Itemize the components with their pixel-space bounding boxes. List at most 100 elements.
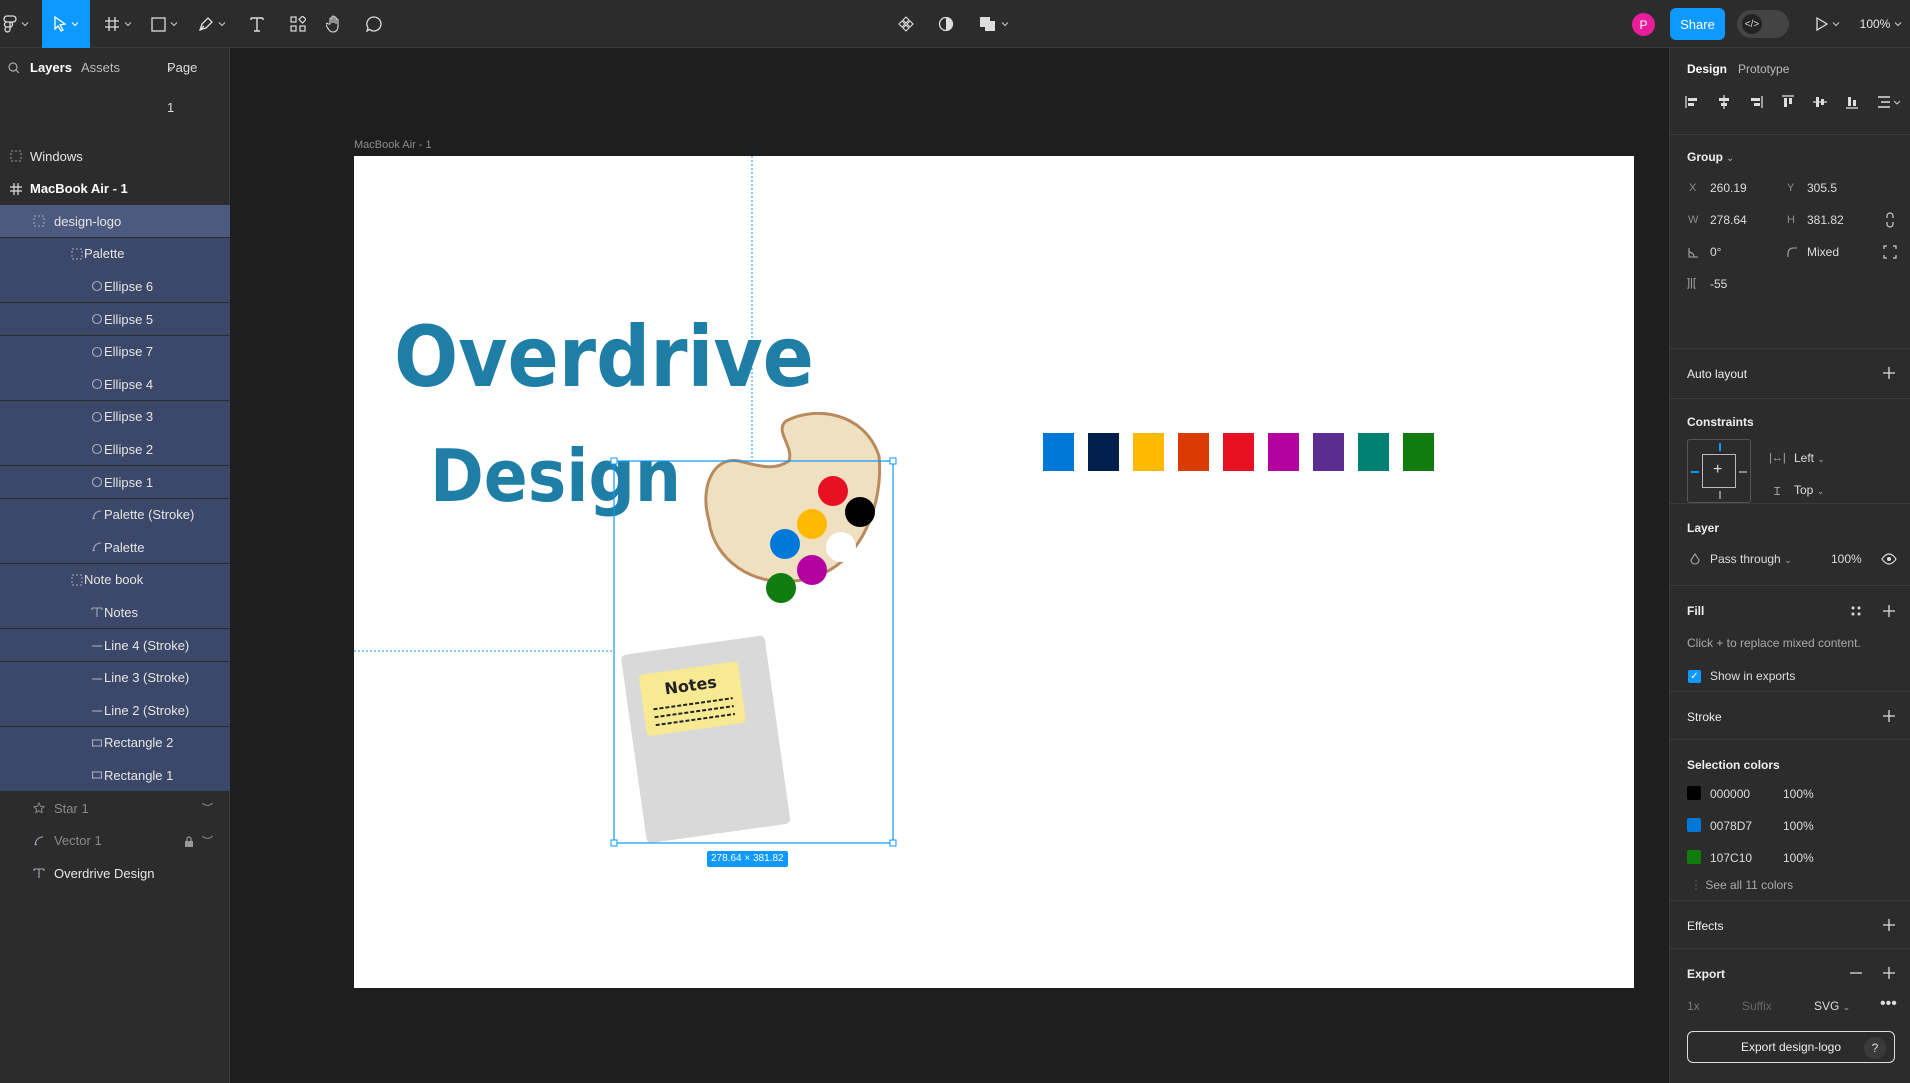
layer-row[interactable]: Ellipse 2 xyxy=(0,433,230,466)
align-left-icon[interactable] xyxy=(1684,94,1700,110)
more-options-icon[interactable]: ••• xyxy=(1880,995,1897,1013)
color-swatch[interactable] xyxy=(1687,818,1701,832)
align-top-icon[interactable] xyxy=(1780,94,1796,110)
layer-row[interactable]: Line 2 (Stroke) xyxy=(0,694,230,727)
y-field[interactable]: 305.5 xyxy=(1807,181,1837,195)
export-scale-field[interactable]: 1x xyxy=(1687,999,1700,1013)
layer-row[interactable]: Windows xyxy=(0,140,230,172)
color-swatch[interactable] xyxy=(1687,850,1701,864)
pen-tool-button[interactable] xyxy=(194,0,230,48)
color-opacity[interactable]: 100% xyxy=(1783,819,1814,833)
text-tool-button[interactable] xyxy=(243,0,271,48)
spacing-field[interactable]: -55 xyxy=(1710,277,1727,291)
see-all-colors-link[interactable]: ⋮ See all 11 colors xyxy=(1690,878,1793,892)
tab-assets[interactable]: Assets xyxy=(81,48,120,88)
radius-field[interactable]: Mixed xyxy=(1807,245,1839,259)
export-format-dropdown[interactable]: SVG ⌄ xyxy=(1814,999,1850,1013)
align-bottom-icon[interactable] xyxy=(1844,94,1860,110)
add-fill-icon[interactable] xyxy=(1882,604,1896,618)
add-auto-layout-icon[interactable] xyxy=(1882,366,1896,380)
rotation-field[interactable]: 0° xyxy=(1710,245,1721,259)
canvas[interactable]: MacBook Air - 1 Overdrive Design Notes 2… xyxy=(231,49,1669,1083)
tab-layers[interactable]: Layers xyxy=(30,48,72,88)
constraint-left-bar[interactable] xyxy=(1691,471,1699,473)
group-title[interactable]: Group ⌄ xyxy=(1687,150,1734,164)
add-stroke-icon[interactable] xyxy=(1882,709,1896,723)
tab-prototype[interactable]: Prototype xyxy=(1738,62,1789,76)
constraint-top-bar[interactable] xyxy=(1719,443,1721,451)
shape-tool-button[interactable] xyxy=(146,0,182,48)
x-field[interactable]: 260.19 xyxy=(1710,181,1747,195)
comment-tool-button[interactable] xyxy=(360,0,388,48)
resources-button[interactable] xyxy=(284,0,312,48)
layer-row[interactable]: Notes xyxy=(0,596,230,629)
layer-row[interactable]: Vector 1 ︶ xyxy=(0,825,230,857)
blend-mode-dropdown[interactable]: Pass through ⌄ xyxy=(1710,552,1792,566)
eye-closed-icon[interactable]: ︶ xyxy=(202,800,213,816)
layer-row[interactable]: Ellipse 6 xyxy=(0,270,230,303)
layer-row[interactable]: Ellipse 4 xyxy=(0,368,230,401)
constraints-widget[interactable]: + xyxy=(1687,439,1751,503)
color-swatch[interactable] xyxy=(1687,786,1701,800)
boolean-ops-button[interactable] xyxy=(974,0,1014,48)
lock-icon[interactable] xyxy=(184,835,194,850)
layer-row[interactable]: Palette xyxy=(0,531,230,564)
layer-row[interactable]: Note book xyxy=(0,563,230,596)
layer-row[interactable]: MacBook Air - 1 xyxy=(0,173,230,205)
eye-icon[interactable] xyxy=(1881,553,1897,565)
align-center-v-icon[interactable] xyxy=(1812,94,1828,110)
layer-opacity-field[interactable]: 100% xyxy=(1831,552,1862,566)
frame-tool-button[interactable] xyxy=(100,0,136,48)
layer-row[interactable]: Rectangle 2 xyxy=(0,726,230,759)
zoom-dropdown[interactable]: 100% xyxy=(1856,0,1906,48)
search-icon[interactable] xyxy=(8,62,20,74)
layer-row[interactable]: Palette xyxy=(0,237,230,270)
layer-row[interactable]: Line 3 (Stroke) xyxy=(0,661,230,694)
eye-closed-icon[interactable]: ︶ xyxy=(202,833,213,849)
color-opacity[interactable]: 100% xyxy=(1783,851,1814,865)
main-menu-button[interactable] xyxy=(0,0,32,48)
export-suffix-field[interactable]: Suffix xyxy=(1742,999,1772,1013)
layer-row[interactable]: Ellipse 3 xyxy=(0,400,230,433)
styles-grid-icon[interactable] xyxy=(1849,604,1863,618)
layer-row[interactable]: Palette (Stroke) xyxy=(0,498,230,531)
create-component-button[interactable] xyxy=(892,0,920,48)
remove-export-icon[interactable] xyxy=(1849,966,1863,980)
w-field[interactable]: 278.64 xyxy=(1710,213,1747,227)
mask-button[interactable] xyxy=(932,0,960,48)
color-hex[interactable]: 0078D7 xyxy=(1710,819,1752,833)
layer-row[interactable]: Ellipse 7 xyxy=(0,335,230,368)
constraint-right-bar[interactable] xyxy=(1739,471,1747,473)
layer-row[interactable]: Ellipse 1 xyxy=(0,466,230,498)
layer-row[interactable]: Line 4 (Stroke) xyxy=(0,629,230,661)
align-right-icon[interactable] xyxy=(1748,94,1764,110)
show-in-exports-checkbox[interactable]: ✓ xyxy=(1688,670,1701,683)
tab-design[interactable]: Design xyxy=(1687,62,1727,76)
color-opacity[interactable]: 100% xyxy=(1783,787,1814,801)
layer-row[interactable]: Star 1 ︶ xyxy=(0,792,230,824)
color-hex[interactable]: 000000 xyxy=(1710,787,1750,801)
h-field[interactable]: 381.82 xyxy=(1807,213,1844,227)
layer-row[interactable]: Overdrive Design xyxy=(0,857,230,889)
layer-row[interactable]: Rectangle 1 xyxy=(0,759,230,792)
macbook-frame[interactable]: Overdrive Design Notes 278.64 × 381.82 xyxy=(354,156,1634,988)
share-button[interactable]: Share xyxy=(1670,8,1725,40)
dev-mode-toggle[interactable]: </> xyxy=(1737,10,1789,38)
layer-row[interactable]: Ellipse 5 xyxy=(0,303,230,335)
layer-row[interactable]: design-logo xyxy=(0,205,230,238)
frame-label[interactable]: MacBook Air - 1 xyxy=(354,139,432,151)
move-tool-button[interactable] xyxy=(42,0,90,48)
present-button[interactable] xyxy=(1810,0,1846,48)
help-button[interactable]: ? xyxy=(1864,1037,1886,1059)
constrain-proportions-icon[interactable] xyxy=(1884,212,1896,228)
align-center-h-icon[interactable] xyxy=(1716,94,1732,110)
avatar[interactable]: P xyxy=(1632,13,1655,36)
constraint-bottom-bar[interactable] xyxy=(1719,491,1721,499)
add-export-icon[interactable] xyxy=(1882,966,1896,980)
independent-corners-icon[interactable] xyxy=(1883,245,1897,259)
color-hex[interactable]: 107C10 xyxy=(1710,851,1752,865)
distribute-icon[interactable] xyxy=(1876,94,1902,110)
add-effect-icon[interactable] xyxy=(1882,918,1896,932)
hand-tool-button[interactable] xyxy=(320,0,348,48)
vertical-constraint-dropdown[interactable]: Top ⌄ xyxy=(1794,483,1824,497)
